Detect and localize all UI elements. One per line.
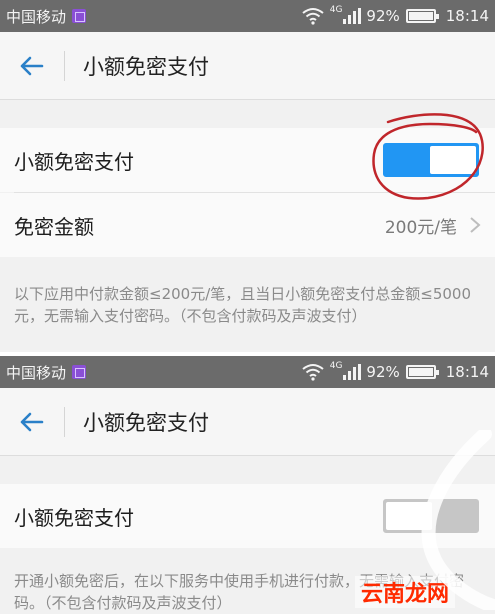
amount-row[interactable]: 免密金额 200元/笔 (0, 193, 495, 257)
back-arrow-icon (20, 412, 44, 431)
toggle-knob (386, 502, 432, 530)
title-bar: 小额免密支付 (0, 388, 495, 456)
page-title: 小额免密支付 (83, 410, 209, 435)
notification-icon (72, 365, 87, 379)
status-bar: 中国移动 4G 92% 18:14 (0, 0, 495, 32)
network-type: 4G (329, 361, 343, 371)
screen-top: 中国移动 4G 92% 18:14 小额免密支付 小额免密支付 免密金额 200… (0, 0, 495, 352)
quick-pay-label: 小额免密支付 (14, 505, 134, 530)
back-button[interactable] (8, 32, 54, 100)
toggle-knob (430, 146, 476, 174)
site-watermark: 云南龙网 (354, 576, 455, 608)
quick-pay-toggle[interactable] (383, 143, 479, 177)
battery-icon (405, 9, 439, 23)
title-bar: 小额免密支付 (0, 32, 495, 100)
amount-value: 200元/笔 (384, 217, 457, 238)
battery-percentage: 92% (366, 363, 400, 381)
wifi-icon (302, 364, 324, 381)
quick-pay-toggle[interactable] (383, 499, 479, 533)
signal-icon (343, 8, 362, 24)
page-title: 小额免密支付 (83, 54, 209, 79)
status-bar: 中国移动 4G 92% 18:14 (0, 356, 495, 388)
carrier-label: 中国移动 (6, 7, 67, 26)
notification-icon (72, 9, 87, 23)
clock: 18:14 (445, 363, 489, 381)
screen-bottom: 中国移动 4G 92% 18:14 小额免密支付 小额免密支付 开通小额免密后，… (0, 356, 495, 614)
quick-pay-label: 小额免密支付 (14, 149, 134, 174)
back-arrow-icon (20, 56, 44, 75)
carrier-label: 中国移动 (6, 363, 67, 382)
quick-pay-row: 小额免密支付 (0, 128, 495, 192)
wifi-icon (302, 8, 324, 25)
quick-pay-note: 以下应用中付款金额≤200元/笔，且当日小额免密支付总金额≤5000元，无需输入… (14, 285, 471, 325)
signal-icon (343, 364, 362, 380)
battery-icon (405, 365, 439, 379)
title-divider (64, 406, 65, 437)
back-button[interactable] (8, 388, 54, 456)
quick-pay-row: 小额免密支付 (0, 484, 495, 548)
chevron-right-icon (470, 217, 481, 233)
amount-label: 免密金额 (14, 214, 94, 239)
battery-percentage: 92% (366, 7, 400, 25)
network-type: 4G (329, 5, 343, 15)
clock: 18:14 (445, 7, 489, 25)
title-divider (64, 50, 65, 81)
